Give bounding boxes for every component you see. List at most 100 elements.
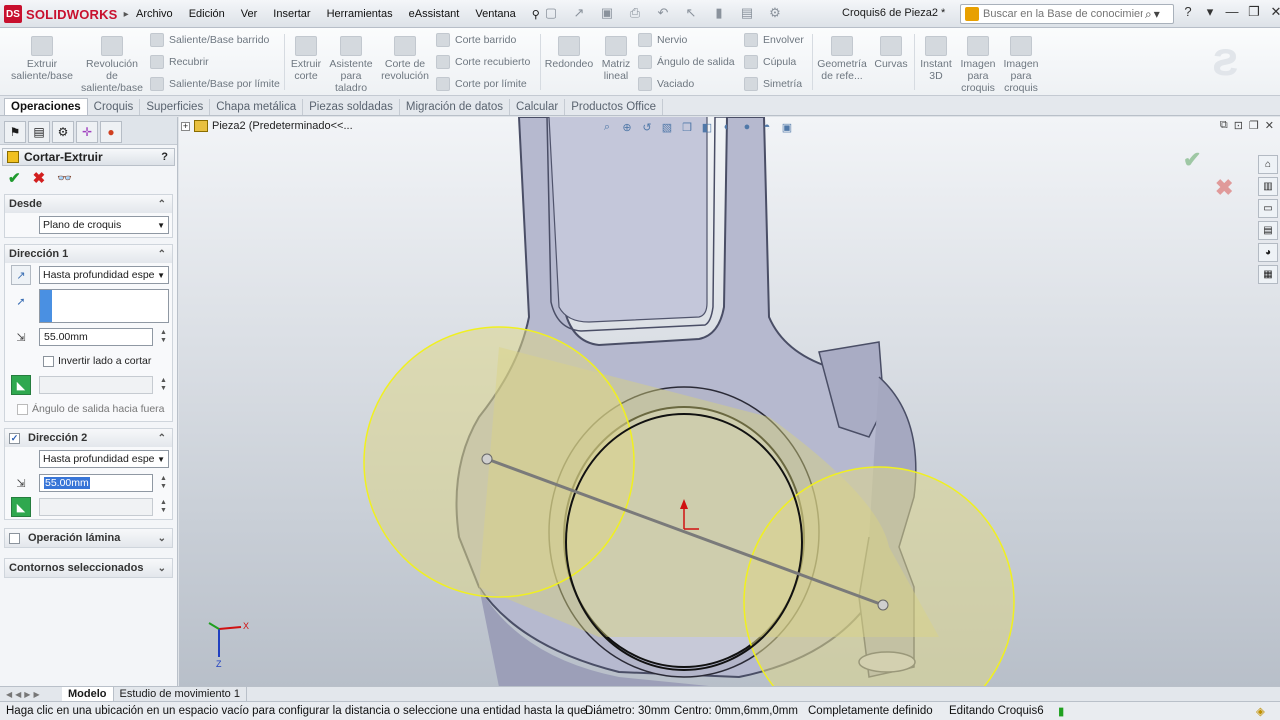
custom-properties-icon[interactable]: ▦ [1258,265,1278,284]
save-icon[interactable]: ▣ [596,5,618,23]
view-palette-icon[interactable]: ▤ [1258,221,1278,240]
previous-view-icon[interactable]: ↺ [639,121,655,137]
swept-cut-button[interactable]: Corte barrido [436,33,516,47]
rib-button[interactable]: Nervio [638,33,687,47]
wrap-button[interactable]: Envolver [744,33,804,47]
feature-tree-icon[interactable]: ⚑ [4,121,26,143]
help-dropdown-icon[interactable]: ▾ [1202,4,1218,20]
end-condition-select-2[interactable]: Hasta profundidad espe ▼ [39,450,169,468]
shell-button[interactable]: Vaciado [638,77,694,91]
file-explorer-icon[interactable]: ▭ [1258,199,1278,218]
hole-wizard-button[interactable]: Asistente para taladro [328,32,374,94]
tab-scroll-arrows[interactable]: ◀◀▶▶ [0,690,62,699]
property-manager-icon[interactable]: ▤ [28,121,50,143]
zoom-to-area-icon[interactable]: ⊕ [619,121,635,137]
tab-calcular[interactable]: Calcular [510,99,566,115]
confirmation-ok-icon[interactable]: ✔ [1183,147,1201,173]
direction1-section-header[interactable]: Dirección 1 ⌃ [5,245,172,263]
depth-input-1[interactable]: 55.00mm [39,328,153,346]
tag-icon[interactable]: ◈ [1256,704,1265,718]
expand-icon[interactable]: ⌄ [158,533,166,544]
open-document-icon[interactable]: ↗ [568,5,590,23]
extrude-boss-button[interactable]: Extruir saliente/base [8,32,76,82]
view-settings-icon[interactable]: ▣ [779,121,795,137]
fillet-button[interactable]: Redondeo [544,32,594,70]
dome-button[interactable]: Cúpula [744,55,796,69]
axis-endpoint-2[interactable] [877,599,889,611]
reference-geometry-button[interactable]: Geometría de refe... [816,32,868,82]
swept-boss-button[interactable]: Saliente/Base barrido [150,33,269,47]
appearances-icon[interactable]: ◕ [1258,243,1278,262]
menu-ventana[interactable]: Ventana [467,8,523,20]
end-condition-select-1[interactable]: Hasta profundidad espe ▼ [39,266,169,284]
viewport-restore-icon[interactable]: ⧉ [1220,119,1228,132]
linear-pattern-button[interactable]: Matriz lineal [598,32,634,82]
design-library-icon[interactable]: ▥ [1258,177,1278,196]
flip-side-checkbox[interactable]: Invertir lado a cortar [43,355,151,367]
search-source-icon[interactable] [965,7,979,21]
tab-superficies[interactable]: Superficies [140,99,211,115]
search-input[interactable] [983,8,1143,20]
viewport-close-icon[interactable]: ✕ [1265,119,1274,132]
tab-migracion-datos[interactable]: Migración de datos [400,99,511,115]
draft-on-off-icon[interactable]: ◣ [11,375,31,395]
mirror-button[interactable]: Simetría [744,77,802,91]
solidworks-logo[interactable]: DS SOLIDWORKS ▸ [4,4,129,24]
search-icon[interactable]: ⌕ [1145,7,1152,22]
section-view-icon[interactable]: ▧ [659,121,675,137]
graphics-area[interactable]: X Z + Pieza2 (Predeterminado<<... ⌕ ⊕ ↺ … [179,117,1280,687]
file-properties-icon[interactable]: ▤ [736,5,758,23]
chevron-down-icon[interactable]: ▾ [1154,7,1160,21]
model-scene[interactable]: X Z [179,117,1280,687]
apply-scene-icon[interactable]: ◓ [759,121,775,137]
view-orientation-icon[interactable]: ❒ [679,121,695,137]
print-icon[interactable]: ⎙ [624,5,646,23]
menu-edicion[interactable]: Edición [181,8,233,20]
menu-eassistant[interactable]: eAssistant [401,8,468,20]
thin-feature-header[interactable]: Operación lámina ⌄ [5,529,172,547]
edit-appearance-icon[interactable]: ● [739,121,755,137]
configuration-manager-icon[interactable]: ⚙ [52,121,74,143]
restore-icon[interactable]: ❐ [1246,4,1262,20]
loft-button[interactable]: Recubrir [150,55,209,69]
display-manager-icon[interactable]: ● [100,121,122,143]
tab-chapa-metalica[interactable]: Chapa metálica [210,99,304,115]
draft-button[interactable]: Ángulo de salida [638,55,735,69]
sketch-picture-button[interactable]: Imagen para croquis [958,32,998,94]
cancel-x-icon[interactable]: ✖ [33,169,46,187]
new-document-icon[interactable]: ▢ [540,5,562,23]
revolved-cut-button[interactable]: Corte de revolución [378,32,432,82]
draft-on-off-icon-2[interactable]: ◣ [11,497,31,517]
boundary-cut-button[interactable]: Corte por límite [436,77,527,91]
from-section-header[interactable]: Desde ⌃ [5,195,172,213]
expand-plus-icon[interactable]: + [181,121,190,131]
hide-show-items-icon[interactable]: ◐ [719,121,735,137]
collapse-icon[interactable]: ⌃ [158,249,166,260]
dimxpert-icon[interactable]: ✛ [76,121,98,143]
lofted-cut-button[interactable]: Corte recubierto [436,55,530,69]
selected-contours-header[interactable]: Contornos seleccionados ⌄ [5,559,172,577]
help-icon[interactable]: ? [1180,4,1196,20]
feature-tree-flyout[interactable]: + Pieza2 (Predeterminado<<... [181,120,353,132]
detailed-preview-icon[interactable]: 👓 [57,171,72,185]
spin-buttons[interactable]: ▲ ▼ [160,329,167,345]
viewport-maximize-icon[interactable]: ❐ [1249,119,1259,132]
rebuild-icon[interactable]: ▮ [708,5,730,23]
depth-input-2[interactable]: 55.00mm [39,474,153,492]
tab-operaciones[interactable]: Operaciones [4,98,88,115]
tab-productos-office[interactable]: Productos Office [565,99,664,115]
sketch-picture-button-2[interactable]: Imagen para croquis [1000,32,1042,94]
spin-buttons[interactable]: ▲ ▼ [160,475,167,491]
from-select[interactable]: Plano de croquis ▼ [39,216,169,234]
collapse-icon[interactable]: ⌃ [158,433,166,444]
confirmation-cancel-icon[interactable]: ✖ [1215,175,1233,201]
reverse-direction-icon[interactable]: ↗ [11,265,31,285]
tab-model[interactable]: Modelo [62,687,114,701]
menu-archivo[interactable]: Archivo [128,8,181,20]
tab-piezas-soldadas[interactable]: Piezas soldadas [303,99,400,115]
tab-croquis[interactable]: Croquis [88,99,141,115]
minimize-icon[interactable]: — [1224,4,1240,20]
direction-selection-box[interactable] [39,289,169,323]
menu-insertar[interactable]: Insertar [265,8,318,20]
expand-icon[interactable]: ⌄ [158,563,166,574]
